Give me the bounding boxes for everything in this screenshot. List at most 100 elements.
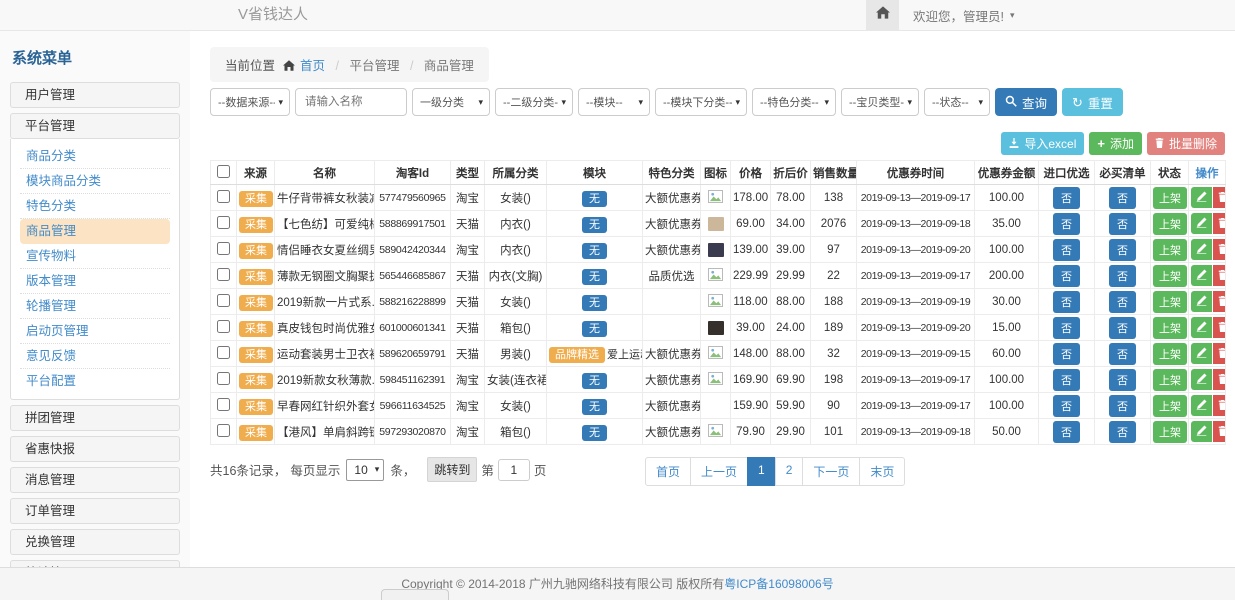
pager-button-首页[interactable]: 首页 bbox=[645, 457, 691, 486]
sidebar-item-平台配置[interactable]: 平台配置 bbox=[20, 369, 170, 394]
filter-select-feature-category[interactable]: --特色分类--▾ bbox=[752, 88, 836, 116]
sidebar-item-版本管理[interactable]: 版本管理 bbox=[20, 269, 170, 294]
status-button[interactable]: 上架 bbox=[1153, 187, 1187, 209]
status-button[interactable]: 上架 bbox=[1153, 317, 1187, 339]
filter-select-data-source[interactable]: --数据来源--▾ bbox=[210, 88, 290, 116]
must-buy-toggle[interactable]: 否 bbox=[1109, 187, 1136, 209]
edit-button[interactable] bbox=[1191, 317, 1212, 338]
row-checkbox[interactable] bbox=[217, 372, 230, 385]
filter-select-category-level-2[interactable]: --二级分类--▾ bbox=[495, 88, 573, 116]
edit-button[interactable] bbox=[1191, 187, 1212, 208]
filter-select-module-sub-category[interactable]: --模块下分类--▾ bbox=[655, 88, 747, 116]
status-button[interactable]: 上架 bbox=[1153, 395, 1187, 417]
edit-button[interactable] bbox=[1191, 291, 1212, 312]
import-select-toggle[interactable]: 否 bbox=[1053, 265, 1080, 287]
filter-name-input[interactable] bbox=[295, 88, 407, 116]
status-button[interactable]: 上架 bbox=[1153, 239, 1187, 261]
row-checkbox[interactable] bbox=[217, 216, 230, 229]
must-buy-toggle[interactable]: 否 bbox=[1109, 213, 1136, 235]
edit-button[interactable] bbox=[1191, 421, 1212, 442]
filter-select-category-level-1[interactable]: 一级分类▾ bbox=[412, 88, 490, 116]
sidebar-item-启动页管理[interactable]: 启动页管理 bbox=[20, 319, 170, 344]
pager-button-2[interactable]: 2 bbox=[775, 457, 804, 486]
import-select-toggle[interactable]: 否 bbox=[1053, 213, 1080, 235]
edit-button[interactable] bbox=[1191, 369, 1212, 390]
user-menu[interactable]: 欢迎您，管理员! ▾ bbox=[913, 6, 1015, 25]
delete-button[interactable] bbox=[1213, 317, 1226, 338]
import-select-toggle[interactable]: 否 bbox=[1053, 187, 1080, 209]
row-checkbox[interactable] bbox=[217, 398, 230, 411]
status-button[interactable]: 上架 bbox=[1153, 265, 1187, 287]
import-select-toggle[interactable]: 否 bbox=[1053, 369, 1080, 391]
import-select-toggle[interactable]: 否 bbox=[1053, 291, 1080, 313]
row-checkbox[interactable] bbox=[217, 346, 230, 359]
sidebar-group-拼团管理[interactable]: 拼团管理 bbox=[10, 405, 180, 431]
sidebar-item-轮播管理[interactable]: 轮播管理 bbox=[20, 294, 170, 319]
must-buy-toggle[interactable]: 否 bbox=[1109, 395, 1136, 417]
sidebar-group-用户管理[interactable]: 用户管理 bbox=[10, 82, 180, 108]
must-buy-toggle[interactable]: 否 bbox=[1109, 343, 1136, 365]
edit-button[interactable] bbox=[1191, 395, 1212, 416]
pager-button-末页[interactable]: 末页 bbox=[859, 457, 905, 486]
delete-button[interactable] bbox=[1213, 343, 1226, 364]
jump-button[interactable]: 跳转到 bbox=[427, 457, 477, 482]
status-button[interactable]: 上架 bbox=[1153, 213, 1187, 235]
import-select-toggle[interactable]: 否 bbox=[1053, 239, 1080, 261]
edit-button[interactable] bbox=[1191, 343, 1212, 364]
pager-button-下一页[interactable]: 下一页 bbox=[802, 457, 860, 486]
row-checkbox[interactable] bbox=[217, 190, 230, 203]
sidebar-item-意见反馈[interactable]: 意见反馈 bbox=[20, 344, 170, 369]
add-button[interactable]: + 添加 bbox=[1089, 132, 1142, 155]
delete-button[interactable] bbox=[1213, 239, 1226, 260]
must-buy-toggle[interactable]: 否 bbox=[1109, 239, 1136, 261]
icp-link[interactable]: 粤ICP备16098006号 bbox=[724, 577, 833, 591]
sidebar-group-订单管理[interactable]: 订单管理 bbox=[10, 498, 180, 524]
sidebar-item-商品分类[interactable]: 商品分类 bbox=[20, 144, 170, 169]
pager-button-1[interactable]: 1 bbox=[747, 457, 776, 486]
pager-button-上一页[interactable]: 上一页 bbox=[690, 457, 748, 486]
edit-button[interactable] bbox=[1191, 239, 1212, 260]
import-select-toggle[interactable]: 否 bbox=[1053, 343, 1080, 365]
status-button[interactable]: 上架 bbox=[1153, 421, 1187, 443]
sidebar-group-兑换管理[interactable]: 兑换管理 bbox=[10, 529, 180, 555]
sidebar-item-模块商品分类[interactable]: 模块商品分类 bbox=[20, 169, 170, 194]
reset-button[interactable]: ↻ 重置 bbox=[1062, 88, 1123, 116]
sidebar-group-消息管理[interactable]: 消息管理 bbox=[10, 467, 180, 493]
filter-select-status[interactable]: --状态--▾ bbox=[924, 88, 990, 116]
per-page-select[interactable]: 10 ▾ bbox=[346, 459, 384, 481]
must-buy-toggle[interactable]: 否 bbox=[1109, 421, 1136, 443]
sidebar-group-平台管理[interactable]: 平台管理 bbox=[10, 113, 180, 139]
sidebar-item-商品管理[interactable]: 商品管理 bbox=[20, 219, 170, 244]
must-buy-toggle[interactable]: 否 bbox=[1109, 317, 1136, 339]
row-checkbox[interactable] bbox=[217, 268, 230, 281]
delete-button[interactable] bbox=[1213, 291, 1226, 312]
home-button[interactable] bbox=[866, 0, 899, 30]
filter-select-item-type[interactable]: --宝贝类型--▾ bbox=[841, 88, 919, 116]
must-buy-toggle[interactable]: 否 bbox=[1109, 369, 1136, 391]
status-button[interactable]: 上架 bbox=[1153, 369, 1187, 391]
status-button[interactable]: 上架 bbox=[1153, 343, 1187, 365]
sidebar-item-宣传物料[interactable]: 宣传物料 bbox=[20, 244, 170, 269]
import-excel-button[interactable]: 导入excel bbox=[1001, 132, 1084, 155]
delete-button[interactable] bbox=[1213, 213, 1226, 234]
status-button[interactable]: 上架 bbox=[1153, 291, 1187, 313]
row-checkbox[interactable] bbox=[217, 320, 230, 333]
row-checkbox[interactable] bbox=[217, 294, 230, 307]
import-select-toggle[interactable]: 否 bbox=[1053, 421, 1080, 443]
delete-button[interactable] bbox=[1213, 369, 1226, 390]
import-select-toggle[interactable]: 否 bbox=[1053, 317, 1080, 339]
import-select-toggle[interactable]: 否 bbox=[1053, 395, 1080, 417]
must-buy-toggle[interactable]: 否 bbox=[1109, 265, 1136, 287]
delete-button[interactable] bbox=[1213, 265, 1226, 286]
delete-button[interactable] bbox=[1213, 421, 1226, 442]
delete-button[interactable] bbox=[1213, 187, 1226, 208]
sidebar-item-特色分类[interactable]: 特色分类 bbox=[20, 194, 170, 219]
filter-select-module[interactable]: --模块--▾ bbox=[578, 88, 650, 116]
must-buy-toggle[interactable]: 否 bbox=[1109, 291, 1136, 313]
sidebar-group-统计管理[interactable]: 统计管理 bbox=[10, 560, 180, 567]
edit-button[interactable] bbox=[1191, 213, 1212, 234]
page-number-input[interactable] bbox=[498, 459, 530, 481]
row-checkbox[interactable] bbox=[217, 242, 230, 255]
row-checkbox[interactable] bbox=[217, 424, 230, 437]
batch-delete-button[interactable]: 批量删除 bbox=[1147, 132, 1225, 155]
